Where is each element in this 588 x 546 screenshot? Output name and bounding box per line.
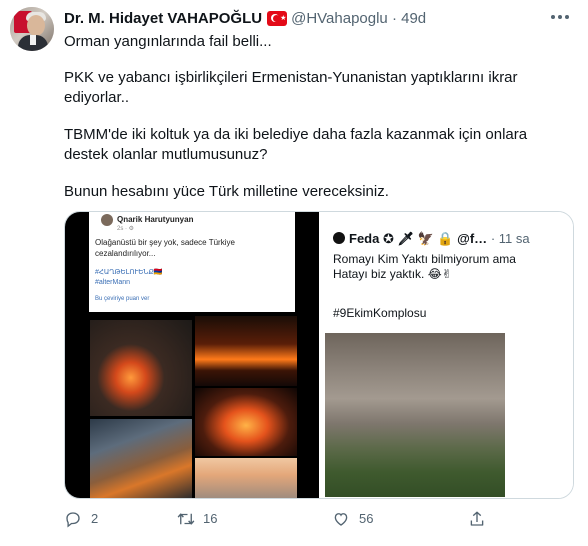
smoke-photo [325, 333, 505, 497]
media-image-left[interactable]: Qnarik Harutyunyan 2s · ⚙ Olağanüstü bir… [65, 212, 319, 498]
share-button[interactable] [468, 508, 492, 530]
post-text: Olağanüstü bir şey yok, sadece Türkiye c… [95, 238, 235, 258]
embedded-time: · 11 sa [490, 231, 530, 246]
embedded-author: Feda ✪ 🗡 🦅 🔒 @f… [349, 231, 488, 246]
tweet-header: Dr. M. Hidayet VAHAPOĞLU ★ @HVahapoglu · 4… [64, 9, 426, 29]
fire-photo-3 [195, 388, 297, 456]
like-button[interactable]: 56 [332, 508, 392, 530]
tweet[interactable]: Dr. M. Hidayet VAHAPOĞLU ★ @HVahapoglu · 4… [0, 0, 588, 546]
post-author: Qnarik Harutyunyan [117, 215, 194, 224]
retweet-icon [177, 513, 195, 525]
avatar[interactable] [10, 7, 54, 51]
share-icon [470, 511, 484, 526]
post-tag1: #ՀԱՂԹԵԼՈՒԵՆՔ🇦🇲 [95, 269, 163, 276]
embedded-tweet-text: Romayı Kim Yaktı bilmiyorum ama Hatayı b… [333, 252, 516, 281]
reply-button[interactable]: 2 [64, 508, 124, 530]
embedded-tweet-header: Feda ✪ 🗡 🦅 🔒 @f… · 11 sa [349, 231, 530, 247]
tweet-text-line3: TBMM'de iki koltuk ya da iki belediye da… [64, 126, 528, 163]
post-translate-link: Bu çeviriye puan ver [95, 296, 150, 302]
heart-icon [334, 513, 348, 526]
separator-dot: · [391, 10, 397, 27]
embedded-hashtag: #9EkimKomplosu [333, 306, 427, 320]
fire-photo-1 [90, 320, 192, 416]
media-image-right[interactable]: Feda ✪ 🗡 🦅 🔒 @f… · 11 sa Romayı Kim Yakt… [321, 212, 573, 498]
author-handle[interactable]: @HVahapoglu [291, 10, 388, 27]
author-name[interactable]: Dr. M. Hidayet VAHAPOĞLU [64, 10, 262, 27]
more-icon[interactable] [550, 10, 574, 28]
tweet-timestamp[interactable]: 49d [401, 10, 426, 27]
reply-icon [66, 512, 80, 528]
tweet-text-line1: Orman yangınlarında fail belli... [64, 33, 272, 50]
fire-photo-4 [90, 419, 192, 498]
facebook-post-screenshot: Qnarik Harutyunyan 2s · ⚙ Olağanüstü bir… [89, 212, 295, 312]
fire-photo-5 [195, 458, 297, 498]
embedded-avatar [333, 232, 345, 244]
retweet-count: 16 [203, 511, 218, 526]
tweet-text-line2: PKK ve yabancı işbirlikçileri Ermenistan… [64, 69, 518, 106]
turkey-flag-icon: ★ [267, 11, 288, 26]
post-tag2: #alterMann [95, 279, 131, 286]
retweet-button[interactable]: 16 [176, 508, 246, 530]
tweet-media: Qnarik Harutyunyan 2s · ⚙ Olağanüstü bir… [64, 211, 574, 499]
reply-count: 2 [91, 511, 99, 526]
tweet-actions: 2 16 56 [64, 508, 574, 530]
like-count: 56 [359, 511, 374, 526]
fire-photo-2 [195, 316, 297, 386]
tweet-text-line4: Bunun hesabını yüce Türk milletine verec… [64, 183, 389, 200]
post-time: 2s · ⚙ [117, 226, 135, 232]
post-avatar [101, 214, 113, 226]
